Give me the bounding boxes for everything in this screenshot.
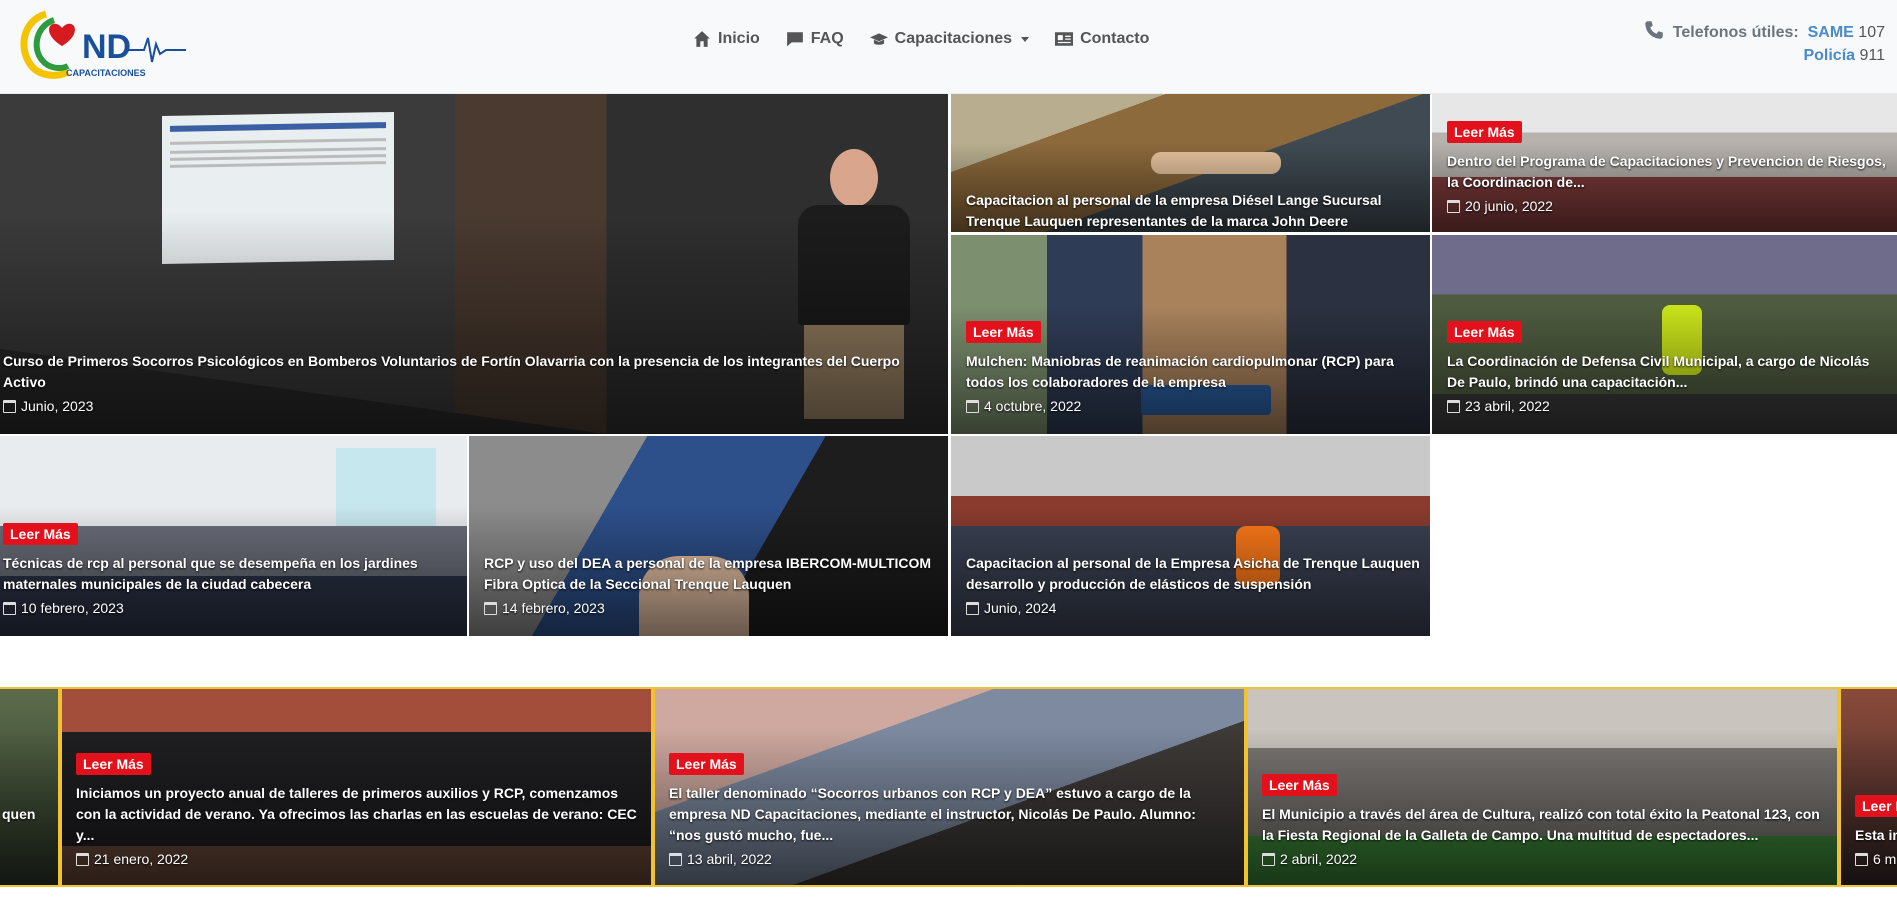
read-more-badge[interactable]: Leer Más <box>1855 795 1897 817</box>
nav-contacto[interactable]: Contacto <box>1055 30 1149 48</box>
news-tile[interactable]: Leer Más La Coordinación de Defensa Civi… <box>1432 235 1897 434</box>
tile-date: 23 abril, 2022 <box>1447 396 1889 416</box>
read-more-badge[interactable]: Leer Más <box>1447 121 1522 143</box>
news-tile[interactable]: Capacitacion al personal de la empresa D… <box>951 94 1430 232</box>
tile-caption: RCP y uso del DEA a personal de la empre… <box>484 553 940 618</box>
carousel-slide[interactable]: Leer Más Iniciamos un proyecto anual de … <box>60 687 653 887</box>
useful-phones: Telefonos útiles: SAME 107 Policía 911 <box>1644 20 1885 68</box>
tile-date: 20 junio, 2022 <box>1447 196 1889 216</box>
tile-date: Junio, 2024 <box>966 598 1422 618</box>
home-icon <box>694 31 710 47</box>
calendar-icon <box>966 601 979 615</box>
graduation-cap-icon <box>869 33 888 45</box>
nd-logo[interactable]: ND CAPACITACIONES <box>16 6 188 82</box>
slide-caption: Leer Más Esta in Asocia 6 m <box>1855 795 1897 869</box>
tile-date: Junio, 2023 <box>3 396 940 416</box>
carousel-slide[interactable]: Leer Más Esta in Asocia 6 m <box>1839 687 1897 887</box>
calendar-icon <box>76 852 89 866</box>
read-more-badge[interactable]: Leer Más <box>3 523 78 545</box>
tile-title[interactable]: Capacitacion al personal de la Empresa A… <box>966 553 1422 595</box>
tile-caption: Curso de Primeros Socorros Psicológicos … <box>3 351 940 416</box>
tile-caption: Leer Más Mulchen: Maniobras de reanimaci… <box>966 321 1422 416</box>
svg-text:CAPACITACIONES: CAPACITACIONES <box>66 68 146 78</box>
calendar-icon <box>1855 852 1868 866</box>
tile-caption: Capacitacion al personal de la Empresa A… <box>966 553 1422 618</box>
slide-title[interactable]: Esta in Asocia <box>1855 825 1897 846</box>
nav-faq[interactable]: FAQ <box>786 30 844 48</box>
slide-date: 2 abril, 2022 <box>1262 849 1823 869</box>
read-more-badge[interactable]: Leer Más <box>669 753 744 775</box>
tile-date: 4 octubre, 2022 <box>966 396 1422 416</box>
nav-inicio[interactable]: Inicio <box>693 30 760 48</box>
tile-caption: Capacitacion al personal de la empresa D… <box>966 190 1422 232</box>
tile-title[interactable]: Dentro del Programa de Capacitaciones y … <box>1447 151 1889 193</box>
read-more-badge[interactable]: Leer Más <box>76 753 151 775</box>
phone-icon <box>1645 21 1664 39</box>
calendar-icon <box>3 399 16 413</box>
phones-label: Telefonos útiles: <box>1672 24 1799 41</box>
slide-title[interactable]: El Municipio a través del área de Cultur… <box>1262 804 1823 846</box>
carousel-slide[interactable]: Leer Más El Municipio a través del área … <box>1246 687 1839 887</box>
chevron-down-icon <box>1021 36 1030 42</box>
same-number[interactable]: 107 <box>1858 24 1885 41</box>
navbar: ND CAPACITACIONES Inicio FAQ Capacitacio… <box>0 0 1897 94</box>
tile-date: 10 febrero, 2023 <box>3 598 459 618</box>
slide-date: 6 m <box>1855 849 1897 869</box>
contact-card-icon <box>1055 32 1074 46</box>
read-more-badge[interactable]: Leer Más <box>1447 321 1522 343</box>
carousel-slide[interactable]: quen <box>0 687 60 887</box>
tile-title[interactable]: Curso de Primeros Socorros Psicológicos … <box>3 351 940 393</box>
tile-date: 14 febrero, 2023 <box>484 598 940 618</box>
calendar-icon <box>1447 399 1460 413</box>
calendar-icon <box>1447 199 1460 213</box>
nav-faq-label: FAQ <box>810 30 844 47</box>
tile-title[interactable]: Técnicas de rcp al personal que se desem… <box>3 553 459 595</box>
main-nav: Inicio FAQ Capacitaciones Contacto <box>693 30 1149 48</box>
slide-caption: Leer Más El Municipio a través del área … <box>1262 774 1823 869</box>
tile-title[interactable]: Mulchen: Maniobras de reanimación cardio… <box>966 351 1422 393</box>
calendar-icon <box>669 852 682 866</box>
tile-title[interactable]: RCP y uso del DEA a personal de la empre… <box>484 553 940 595</box>
news-grid: Curso de Primeros Socorros Psicológicos … <box>0 94 1897 636</box>
slide-caption: Leer Más Iniciamos un proyecto anual de … <box>76 753 637 869</box>
tile-title[interactable]: Capacitacion al personal de la empresa D… <box>966 190 1422 232</box>
tile-title[interactable]: La Coordinación de Defensa Civil Municip… <box>1447 351 1889 393</box>
news-carousel[interactable]: quen Leer Más Iniciamos un proyecto anua… <box>0 687 1897 887</box>
tile-caption: Leer Más Técnicas de rcp al personal que… <box>3 523 459 618</box>
news-tile[interactable]: RCP y uso del DEA a personal de la empre… <box>469 436 948 636</box>
calendar-icon <box>484 601 497 615</box>
read-more-badge[interactable]: Leer Más <box>966 321 1041 343</box>
news-tile[interactable]: Leer Más Técnicas de rcp al personal que… <box>0 436 467 636</box>
news-tile[interactable]: Leer Más Dentro del Programa de Capacita… <box>1432 94 1897 232</box>
svg-text:ND: ND <box>82 28 131 66</box>
slide-title[interactable]: quen <box>2 804 44 825</box>
tile-caption: Leer Más Dentro del Programa de Capacita… <box>1447 121 1889 216</box>
calendar-icon <box>3 601 16 615</box>
nav-inicio-label: Inicio <box>718 30 760 47</box>
slide-title[interactable]: Iniciamos un proyecto anual de talleres … <box>76 783 637 846</box>
news-tile[interactable]: Curso de Primeros Socorros Psicológicos … <box>0 94 948 434</box>
news-tile[interactable]: Capacitacion al personal de la Empresa A… <box>951 436 1430 636</box>
nav-capacitaciones-dropdown[interactable]: Capacitaciones <box>869 30 1030 48</box>
news-tile[interactable]: Leer Más Mulchen: Maniobras de reanimaci… <box>951 235 1430 434</box>
slide-caption: quen <box>2 804 44 825</box>
carousel-slide[interactable]: Leer Más El taller denominado “Socorros … <box>653 687 1246 887</box>
calendar-icon <box>966 399 979 413</box>
slide-caption: Leer Más El taller denominado “Socorros … <box>669 753 1230 869</box>
police-number[interactable]: 911 <box>1859 47 1885 64</box>
police-name[interactable]: Policía <box>1803 47 1855 64</box>
slide-date: 21 enero, 2022 <box>76 849 637 869</box>
slide-title[interactable]: El taller denominado “Socorros urbanos c… <box>669 783 1230 846</box>
read-more-badge[interactable]: Leer Más <box>1262 774 1337 796</box>
chat-icon <box>786 32 803 47</box>
nav-contacto-label: Contacto <box>1080 30 1150 47</box>
same-name[interactable]: SAME <box>1808 24 1854 41</box>
nav-capacitaciones-label: Capacitaciones <box>894 30 1013 47</box>
tile-caption: Leer Más La Coordinación de Defensa Civi… <box>1447 321 1889 416</box>
slide-date: 13 abril, 2022 <box>669 849 1230 869</box>
calendar-icon <box>1262 852 1275 866</box>
